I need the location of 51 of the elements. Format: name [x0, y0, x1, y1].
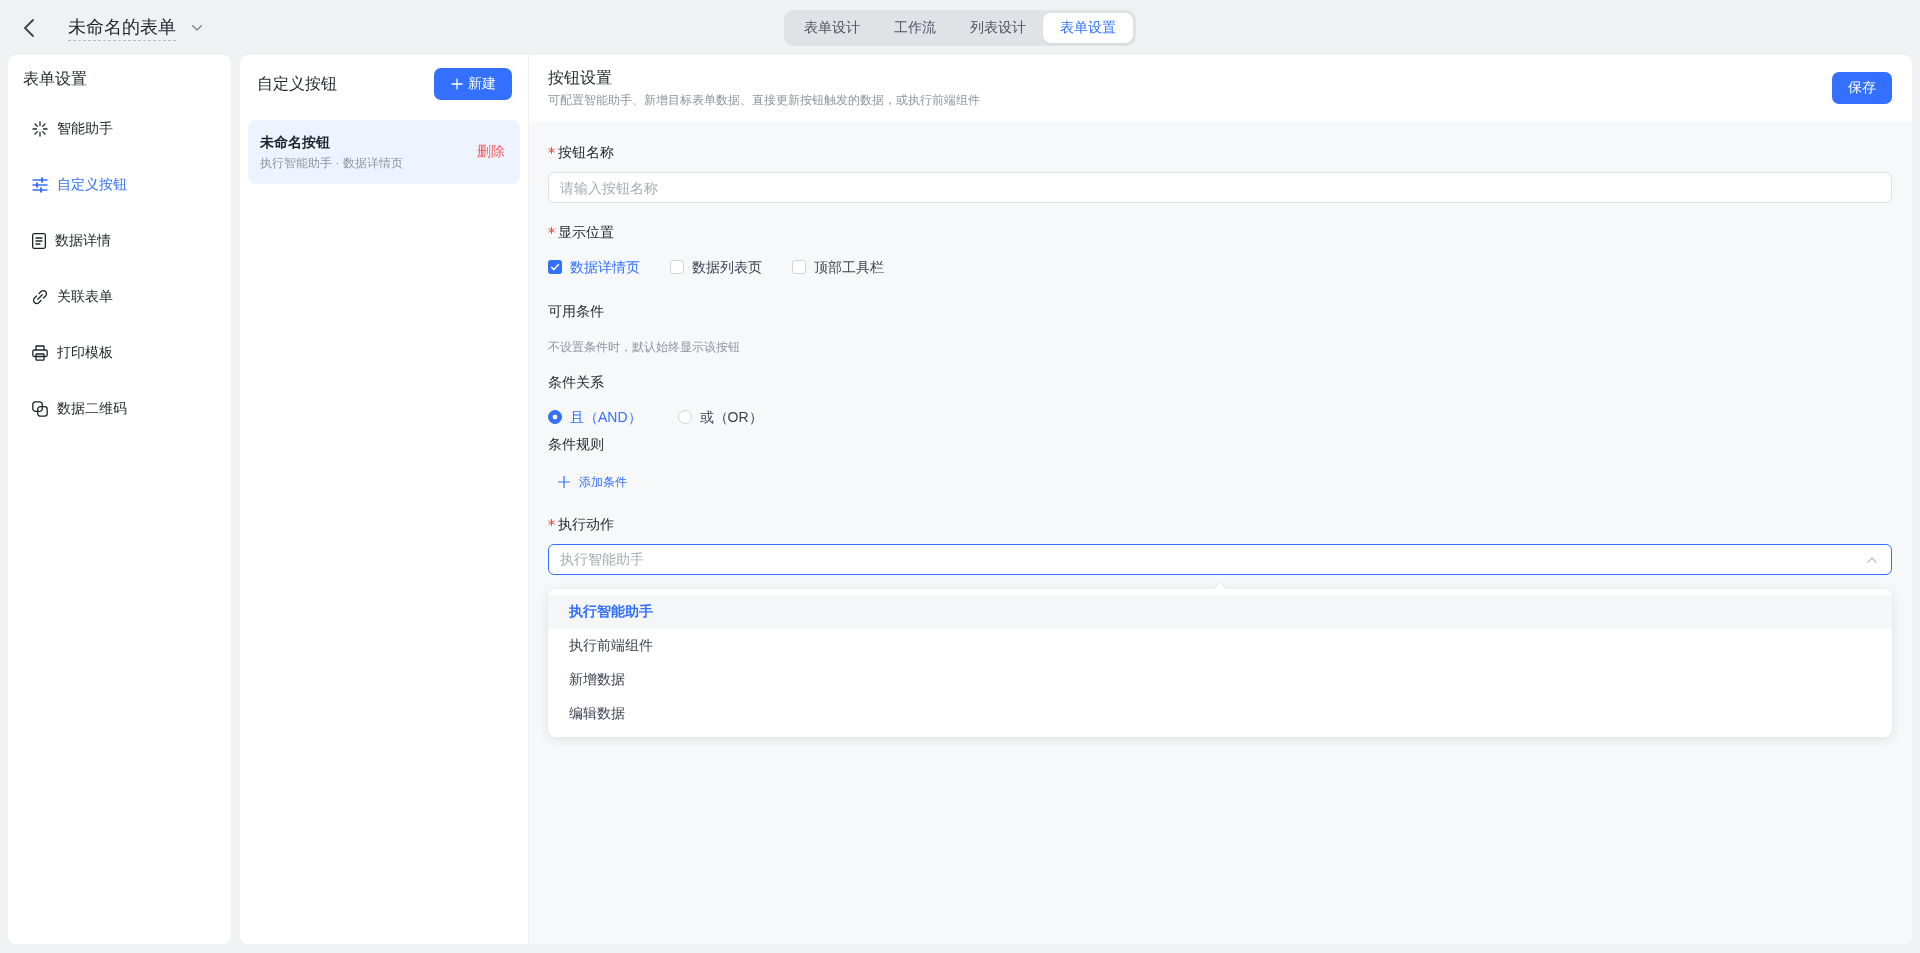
checkbox[interactable] [548, 260, 562, 274]
radio-label[interactable]: 且（AND） [570, 407, 642, 427]
radio-button[interactable] [548, 410, 562, 424]
add-condition-button[interactable]: 添加条件 [558, 472, 627, 492]
tab[interactable]: 工作流 [877, 12, 953, 43]
form-title[interactable]: 未命名的表单 [68, 14, 176, 41]
link-icon [32, 289, 48, 305]
hint-text: 不设置条件时，默认始终显示该按钮 [548, 339, 740, 356]
card-subtitle: 执行智能助手 · 数据详情页 [260, 155, 403, 172]
save-button[interactable]: 保存 [1832, 72, 1892, 104]
dropdown-option[interactable]: 新增数据 [548, 663, 1892, 697]
new-button[interactable]: 新建 [434, 68, 512, 100]
dropdown-option[interactable]: 执行前端组件 [548, 629, 1892, 663]
tab[interactable]: 表单设置 [1043, 12, 1133, 43]
plus-icon [450, 78, 463, 90]
card-title: 未命名按钮 [260, 133, 331, 152]
tab[interactable]: 表单设计 [787, 12, 877, 43]
dropdown-option[interactable]: 执行智能助手 [548, 595, 1892, 629]
sidebar-item[interactable]: 数据详情 [8, 213, 231, 269]
field-label: 条件关系 [548, 373, 604, 392]
tab[interactable]: 列表设计 [953, 12, 1043, 43]
field-label: 显示位置 [558, 223, 614, 242]
button-card[interactable]: 未命名按钮 执行智能助手 · 数据详情页 删除 [248, 120, 520, 184]
sidebar-item[interactable]: 关联表单 [8, 269, 231, 325]
sidebar-item[interactable]: 数据二维码 [8, 381, 231, 437]
plus-icon [558, 476, 570, 488]
dropdown-option[interactable]: 编辑数据 [548, 697, 1892, 731]
input-field[interactable]: 请输入按钮名称 [548, 172, 1892, 203]
checkbox-label[interactable]: 顶部工具栏 [814, 257, 884, 277]
field-label: 可用条件 [548, 302, 604, 321]
sidebar-item[interactable]: 打印模板 [8, 325, 231, 381]
checkbox-label[interactable]: 数据列表页 [692, 257, 762, 277]
field-label: 执行动作 [558, 515, 614, 534]
document-icon [32, 233, 46, 249]
sparkle-icon [32, 121, 48, 137]
section-title: 按钮设置 [548, 68, 613, 88]
overlapping-squares-icon [32, 401, 48, 417]
printer-icon [32, 345, 48, 361]
field-label: 按钮名称 [558, 143, 614, 162]
panel-title: 自定义按钮 [257, 73, 337, 94]
sidebar-item[interactable]: 自定义按钮 [8, 157, 231, 213]
chevron-icon [1867, 556, 1877, 563]
sliders-icon [32, 177, 48, 193]
checkbox-label[interactable]: 数据详情页 [570, 257, 640, 277]
radio-label[interactable]: 或（OR） [699, 407, 763, 427]
field-label: 条件规则 [548, 435, 604, 454]
sidebar-item[interactable]: 智能助手 [8, 101, 231, 157]
sidebar-title: 表单设置 [22, 69, 88, 89]
back-icon[interactable] [24, 18, 34, 37]
caret-icon[interactable] [192, 24, 202, 31]
section-description: 可配置智能助手、新增目标表单数据、直接更新按钮触发的数据，或执行前端组件 [548, 92, 980, 109]
